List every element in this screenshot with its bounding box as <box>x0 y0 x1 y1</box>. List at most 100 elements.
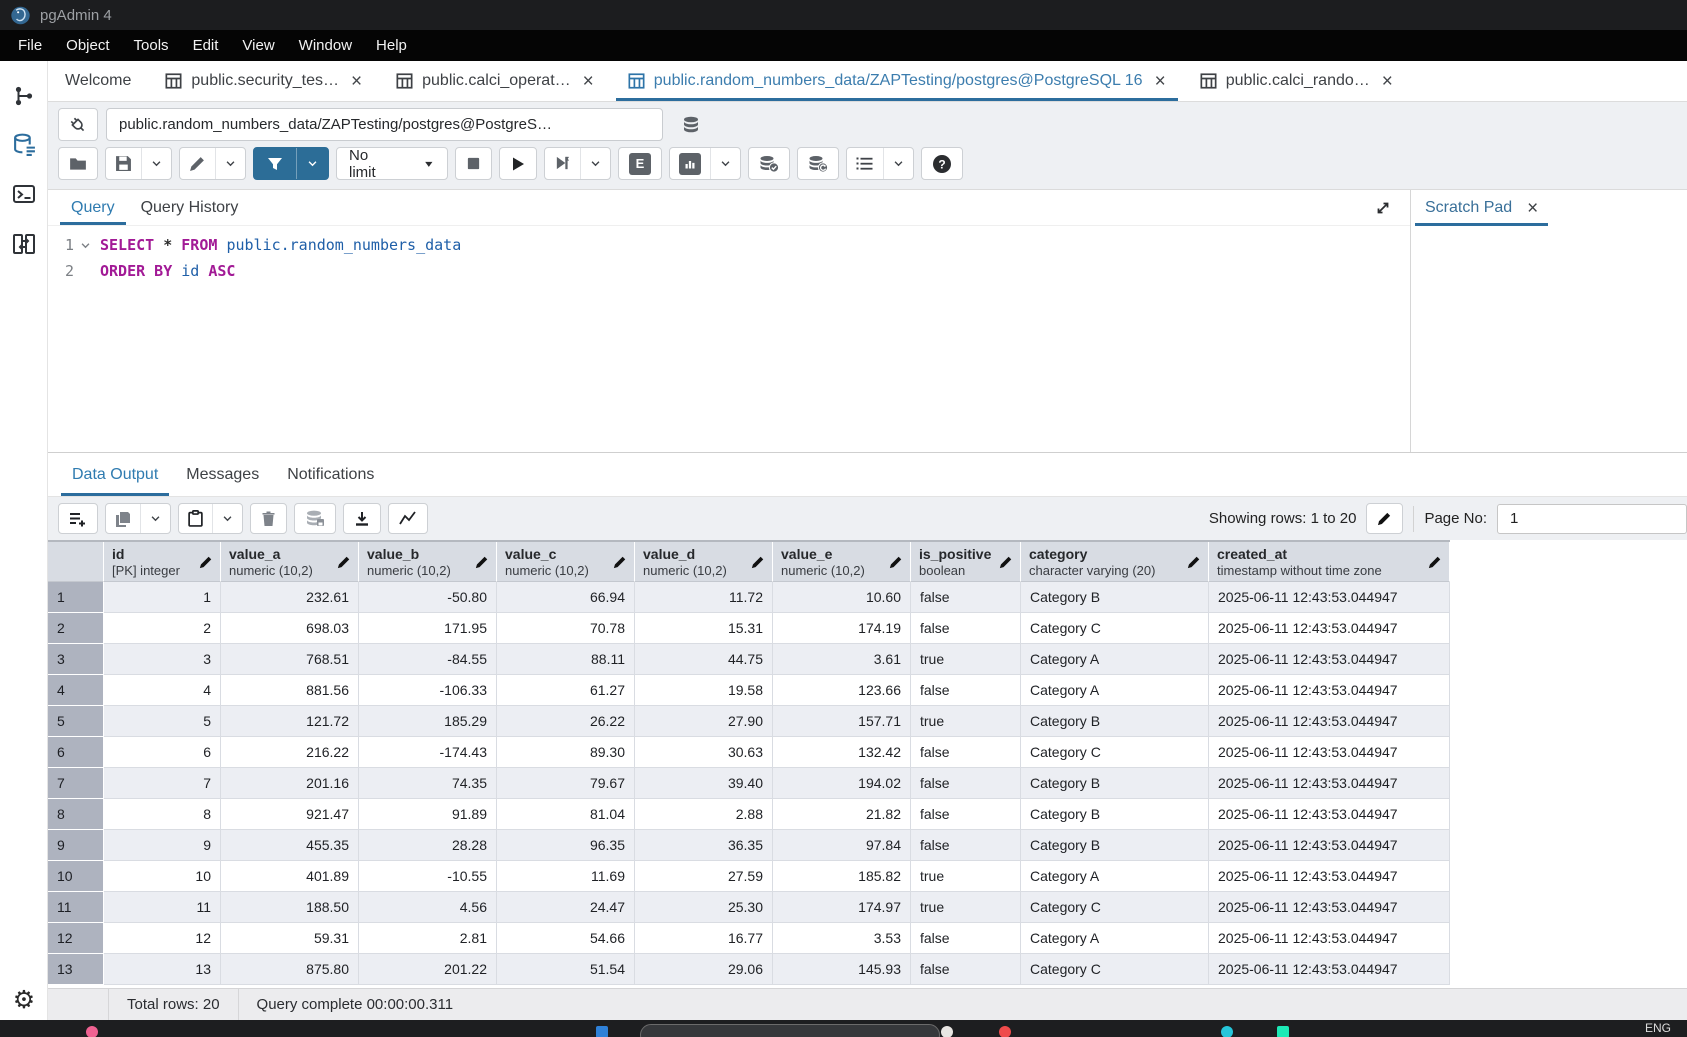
fold-chevron-icon[interactable] <box>74 258 96 284</box>
paste-options-chevron-icon[interactable] <box>212 504 242 533</box>
grid-cell[interactable]: Category A <box>1021 644 1209 675</box>
grid-cell[interactable]: 4.56 <box>359 892 497 923</box>
grid-cell[interactable]: 88.11 <box>497 644 635 675</box>
row-number-header[interactable] <box>48 542 104 582</box>
grid-cell[interactable]: -106.33 <box>359 675 497 706</box>
save-data-changes-button[interactable] <box>294 503 336 534</box>
grid-cell[interactable]: 2025-06-11 12:43:53.044947 <box>1209 613 1450 644</box>
column-header-value_d[interactable]: value_dnumeric (10,2) <box>635 542 773 582</box>
grid-cell[interactable]: 91.89 <box>359 799 497 830</box>
grid-cell[interactable]: 2025-06-11 12:43:53.044947 <box>1209 675 1450 706</box>
grid-cell[interactable]: 27.90 <box>635 706 773 737</box>
row-number-cell[interactable]: 2 <box>48 613 104 644</box>
menu-window[interactable]: Window <box>287 32 364 59</box>
grid-cell[interactable]: 174.97 <box>773 892 911 923</box>
grid-cell[interactable]: 66.94 <box>497 582 635 613</box>
grid-cell[interactable]: 54.66 <box>497 923 635 954</box>
row-number-cell[interactable]: 7 <box>48 768 104 799</box>
tab-close-icon[interactable]: × <box>351 72 362 91</box>
grid-cell[interactable]: 4 <box>104 675 221 706</box>
grid-cell[interactable]: 29.06 <box>635 954 773 985</box>
tab-query-history[interactable]: Query History <box>128 190 252 225</box>
grid-cell[interactable]: 15.31 <box>635 613 773 644</box>
connection-plug-icon[interactable] <box>58 108 98 141</box>
grid-cell[interactable]: 121.72 <box>221 706 359 737</box>
commit-button[interactable] <box>748 147 790 180</box>
grid-cell[interactable]: 25.30 <box>635 892 773 923</box>
grid-cell[interactable]: 5 <box>104 706 221 737</box>
grid-cell[interactable]: 2025-06-11 12:43:53.044947 <box>1209 923 1450 954</box>
grid-cell[interactable]: Category B <box>1021 799 1209 830</box>
column-header-category[interactable]: categorycharacter varying (20) <box>1021 542 1209 582</box>
grid-cell[interactable]: 3.61 <box>773 644 911 675</box>
row-limit-select[interactable]: No limit <box>336 147 448 180</box>
grid-cell[interactable]: 201.22 <box>359 954 497 985</box>
grid-cell[interactable]: 2025-06-11 12:43:53.044947 <box>1209 737 1450 768</box>
grid-cell[interactable]: true <box>911 644 1021 675</box>
grid-cell[interactable]: 2025-06-11 12:43:53.044947 <box>1209 954 1450 985</box>
row-number-cell[interactable]: 5 <box>48 706 104 737</box>
grid-cell[interactable]: 174.19 <box>773 613 911 644</box>
grid-cell[interactable]: 10.60 <box>773 582 911 613</box>
scratch-pad-close-icon[interactable]: × <box>1527 199 1538 218</box>
copy-button[interactable] <box>106 504 140 533</box>
grid-cell[interactable]: Category A <box>1021 923 1209 954</box>
grid-cell[interactable]: 11 <box>104 892 221 923</box>
sql-line[interactable]: 2ORDER BY id ASC <box>48 258 1410 284</box>
grid-cell[interactable]: 79.67 <box>497 768 635 799</box>
grid-cell[interactable]: 145.93 <box>773 954 911 985</box>
grid-cell[interactable]: Category B <box>1021 768 1209 799</box>
taskbar-search[interactable] <box>640 1024 940 1037</box>
edit-column-icon[interactable] <box>337 555 351 569</box>
menu-object[interactable]: Object <box>54 32 121 59</box>
edit-column-icon[interactable] <box>999 555 1013 569</box>
grid-cell[interactable]: 51.54 <box>497 954 635 985</box>
grid-cell[interactable]: 881.56 <box>221 675 359 706</box>
grid-cell[interactable]: Category C <box>1021 892 1209 923</box>
edit-column-icon[interactable] <box>1187 555 1201 569</box>
grid-cell[interactable]: 11.72 <box>635 582 773 613</box>
tab-query[interactable]: Query <box>58 190 128 225</box>
grid-cell[interactable]: 30.63 <box>635 737 773 768</box>
taskbar-app-icon[interactable] <box>1277 1026 1289 1037</box>
grid-cell[interactable]: Category B <box>1021 582 1209 613</box>
grid-cell[interactable]: false <box>911 675 1021 706</box>
grid-cell[interactable]: 8 <box>104 799 221 830</box>
column-header-value_b[interactable]: value_bnumeric (10,2) <box>359 542 497 582</box>
grid-cell[interactable]: 2025-06-11 12:43:53.044947 <box>1209 830 1450 861</box>
expand-editor-icon[interactable] <box>1374 190 1392 225</box>
row-number-cell[interactable]: 4 <box>48 675 104 706</box>
grid-cell[interactable]: false <box>911 613 1021 644</box>
grid-cell[interactable]: 921.47 <box>221 799 359 830</box>
settings-gear-icon[interactable]: ⚙ <box>10 985 38 1013</box>
grid-cell[interactable]: 26.22 <box>497 706 635 737</box>
open-file-button[interactable] <box>58 147 98 180</box>
taskbar-weather-icon[interactable] <box>86 1026 98 1037</box>
grid-cell[interactable]: 2025-06-11 12:43:53.044947 <box>1209 706 1450 737</box>
grid-cell[interactable]: 27.59 <box>635 861 773 892</box>
grid-cell[interactable]: 455.35 <box>221 830 359 861</box>
edit-column-icon[interactable] <box>613 555 627 569</box>
grid-cell[interactable]: 59.31 <box>221 923 359 954</box>
tab-close-icon[interactable]: × <box>1155 72 1166 91</box>
grid-cell[interactable]: 44.75 <box>635 644 773 675</box>
scratch-pad-textarea[interactable] <box>1411 226 1687 452</box>
row-number-cell[interactable]: 10 <box>48 861 104 892</box>
grid-cell[interactable]: 194.02 <box>773 768 911 799</box>
taskbar-app-icon[interactable] <box>1221 1026 1233 1037</box>
grid-cell[interactable]: false <box>911 923 1021 954</box>
new-connection-icon[interactable] <box>671 108 711 141</box>
download-results-button[interactable] <box>343 503 381 534</box>
grid-cell[interactable]: Category C <box>1021 737 1209 768</box>
menu-view[interactable]: View <box>230 32 286 59</box>
grid-cell[interactable]: -10.55 <box>359 861 497 892</box>
grid-cell[interactable]: Category B <box>1021 830 1209 861</box>
execute-chevron-icon[interactable] <box>580 148 610 179</box>
grid-cell[interactable]: 70.78 <box>497 613 635 644</box>
edit-column-icon[interactable] <box>751 555 765 569</box>
grid-cell[interactable]: false <box>911 830 1021 861</box>
query-tool-icon[interactable] <box>10 130 38 158</box>
column-header-value_c[interactable]: value_cnumeric (10,2) <box>497 542 635 582</box>
grid-cell[interactable]: true <box>911 892 1021 923</box>
grid-cell[interactable]: 201.16 <box>221 768 359 799</box>
